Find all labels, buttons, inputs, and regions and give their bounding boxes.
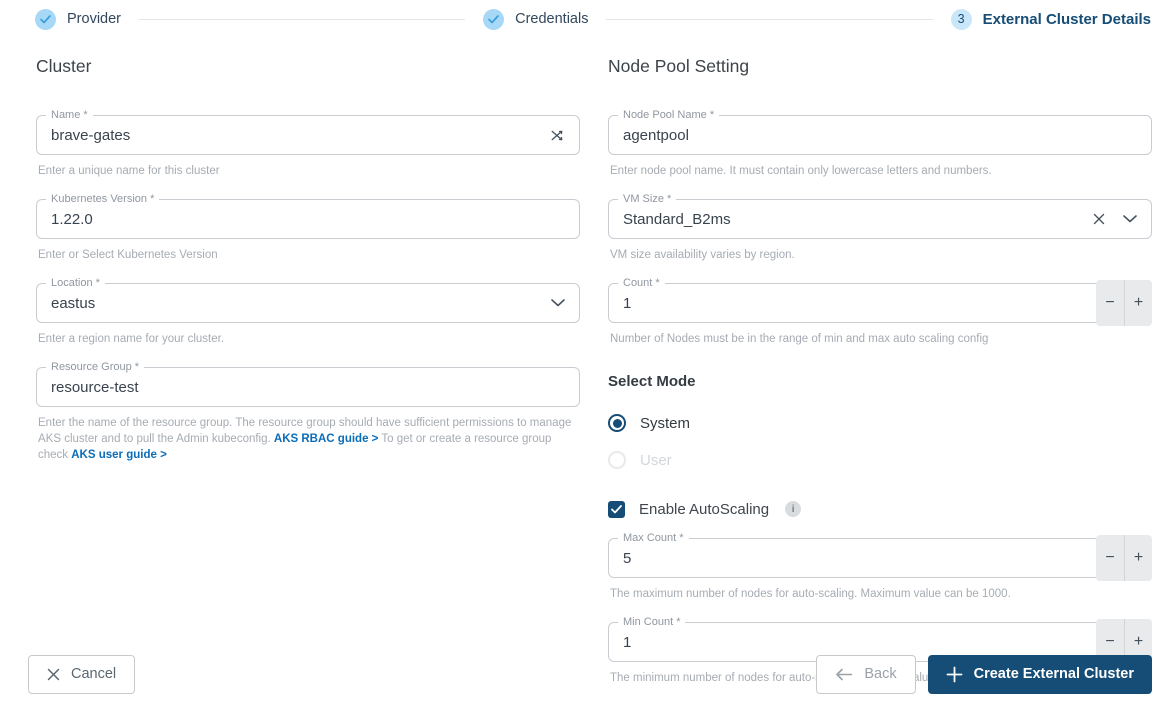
step-provider[interactable]: Provider: [35, 8, 121, 30]
name-field-group: Name * brave-gates Enter a unique name f…: [36, 108, 580, 179]
autoscaling-checkbox-icon[interactable]: [608, 500, 625, 518]
mode-user-label: User: [640, 451, 672, 469]
cluster-section-title: Cluster: [36, 56, 92, 76]
max-count-field-group: Max Count * − + The maximum number of no…: [608, 531, 1152, 602]
max-count-input[interactable]: [609, 549, 1151, 567]
count-field-label: Count *: [618, 276, 665, 290]
location-input[interactable]: [37, 294, 551, 312]
close-icon: [47, 668, 60, 681]
count-field-group: Count * − + Number of Nodes must be in t…: [608, 276, 1152, 347]
arrow-left-icon: [835, 668, 853, 681]
radio-user-icon: [608, 451, 626, 469]
max-count-field-label: Max Count *: [618, 531, 689, 545]
step-provider-label: Provider: [67, 11, 121, 27]
node-pool-name-field-label: Node Pool Name *: [618, 108, 720, 122]
kubernetes-version-field-label: Kubernetes Version *: [46, 192, 160, 206]
vm-size-input[interactable]: [609, 210, 1093, 228]
count-decrement-button[interactable]: −: [1096, 280, 1124, 326]
clear-icon[interactable]: [1093, 213, 1105, 225]
count-helper-text: Number of Nodes must be in the range of …: [610, 333, 989, 345]
node-pool-name-field-group: Node Pool Name * Enter node pool name. I…: [608, 108, 1152, 179]
create-external-cluster-button-label: Create External Cluster: [973, 666, 1134, 682]
min-count-field-label: Min Count *: [618, 615, 686, 629]
cancel-button-label: Cancel: [71, 666, 117, 682]
mode-user-radio-row: User: [608, 449, 1152, 471]
resource-group-field-label: Resource Group *: [46, 360, 145, 374]
mode-system-label: System: [640, 414, 691, 432]
shuffle-icon[interactable]: [550, 128, 565, 143]
count-spinner: − +: [1096, 280, 1152, 326]
step-number-badge: 3: [950, 8, 972, 30]
location-field: Location *: [36, 276, 580, 323]
cluster-section: Cluster Name * brave-gates Enter a uniqu…: [36, 56, 580, 706]
plus-icon: [946, 666, 963, 683]
vm-size-field-label: VM Size *: [618, 192, 677, 206]
enable-autoscaling-label: Enable AutoScaling: [639, 500, 770, 518]
location-field-group: Location * Enter a region name for your …: [36, 276, 580, 347]
stepper-connector: [606, 18, 933, 20]
resource-group-field-group: Resource Group * Enter the name of the r…: [36, 360, 580, 463]
max-count-increment-button[interactable]: +: [1124, 535, 1152, 581]
vm-size-helper-text: VM size availability varies by region.: [610, 249, 795, 261]
stepper-connector: [139, 18, 466, 20]
max-count-field: Max Count * − +: [608, 531, 1152, 581]
kubernetes-version-field-group: Kubernetes Version * Enter or Select Kub…: [36, 192, 580, 263]
count-field: Count * − +: [608, 276, 1152, 326]
chevron-down-icon[interactable]: [1123, 215, 1137, 223]
name-input[interactable]: [37, 126, 550, 144]
max-count-decrement-button[interactable]: −: [1096, 535, 1124, 581]
wizard-stepper: Provider Credentials 3 External Cluster …: [0, 0, 1173, 30]
vm-size-field-group: VM Size * VM size availability varies by…: [608, 192, 1152, 263]
max-count-helper-text: The maximum number of nodes for auto-sca…: [610, 588, 1011, 600]
kubernetes-version-input[interactable]: [37, 210, 579, 228]
name-field-label: Name *: [46, 108, 93, 122]
step-credentials-label: Credentials: [515, 11, 589, 27]
node-pool-name-field: Node Pool Name *: [608, 108, 1152, 155]
create-external-cluster-button[interactable]: Create External Cluster: [927, 654, 1152, 694]
info-icon[interactable]: i: [785, 501, 802, 517]
kubernetes-version-field: Kubernetes Version *: [36, 192, 580, 239]
footer-right-actions: Back Create External Cluster: [816, 654, 1152, 694]
count-increment-button[interactable]: +: [1124, 280, 1152, 326]
create-external-cluster-page: Provider Credentials 3 External Cluster …: [0, 0, 1173, 709]
back-button[interactable]: Back: [816, 654, 916, 694]
form-columns: Cluster Name * brave-gates Enter a uniqu…: [0, 56, 1173, 706]
select-mode-title: Select Mode: [608, 373, 696, 390]
kubernetes-version-helper-text: Enter or Select Kubernetes Version: [38, 249, 218, 261]
mode-system-radio-row[interactable]: System: [608, 412, 1152, 434]
node-pool-name-input[interactable]: [609, 126, 1151, 144]
name-field: Name *: [36, 108, 580, 155]
resource-group-input[interactable]: [37, 378, 579, 396]
max-count-spinner: − +: [1096, 535, 1152, 581]
step-external-cluster-details[interactable]: 3 External Cluster Details: [950, 8, 1151, 30]
cancel-button[interactable]: Cancel: [28, 654, 136, 694]
location-field-label: Location *: [46, 276, 105, 290]
node-pool-name-helper-text: Enter node pool name. It must contain on…: [610, 165, 992, 177]
aks-rbac-guide-link[interactable]: AKS RBAC guide >: [274, 433, 378, 445]
location-helper-text: Enter a region name for your cluster.: [38, 333, 225, 345]
wizard-footer: Cancel Back Create External Cluster: [0, 639, 1173, 709]
step-external-cluster-details-label: External Cluster Details: [982, 10, 1151, 28]
enable-autoscaling-row[interactable]: Enable AutoScaling i: [608, 498, 1152, 520]
step-credentials-check-icon: [483, 8, 505, 30]
radio-system-icon[interactable]: [608, 414, 626, 432]
aks-user-guide-link[interactable]: AKS user guide >: [71, 449, 167, 461]
name-helper-text: Enter a unique name for this cluster: [38, 165, 220, 177]
back-button-label: Back: [864, 666, 897, 682]
chevron-down-icon[interactable]: [551, 299, 565, 307]
count-input[interactable]: [609, 294, 1151, 312]
resource-group-field: Resource Group *: [36, 360, 580, 407]
vm-size-field: VM Size *: [608, 192, 1152, 239]
step-provider-check-icon: [35, 8, 56, 30]
node-pool-section-title: Node Pool Setting: [608, 56, 750, 76]
step-credentials[interactable]: Credentials: [483, 8, 589, 30]
node-pool-section: Node Pool Setting Node Pool Name * Enter…: [608, 56, 1152, 706]
resource-group-helper-text: Enter the name of the resource group. Th…: [38, 415, 580, 463]
